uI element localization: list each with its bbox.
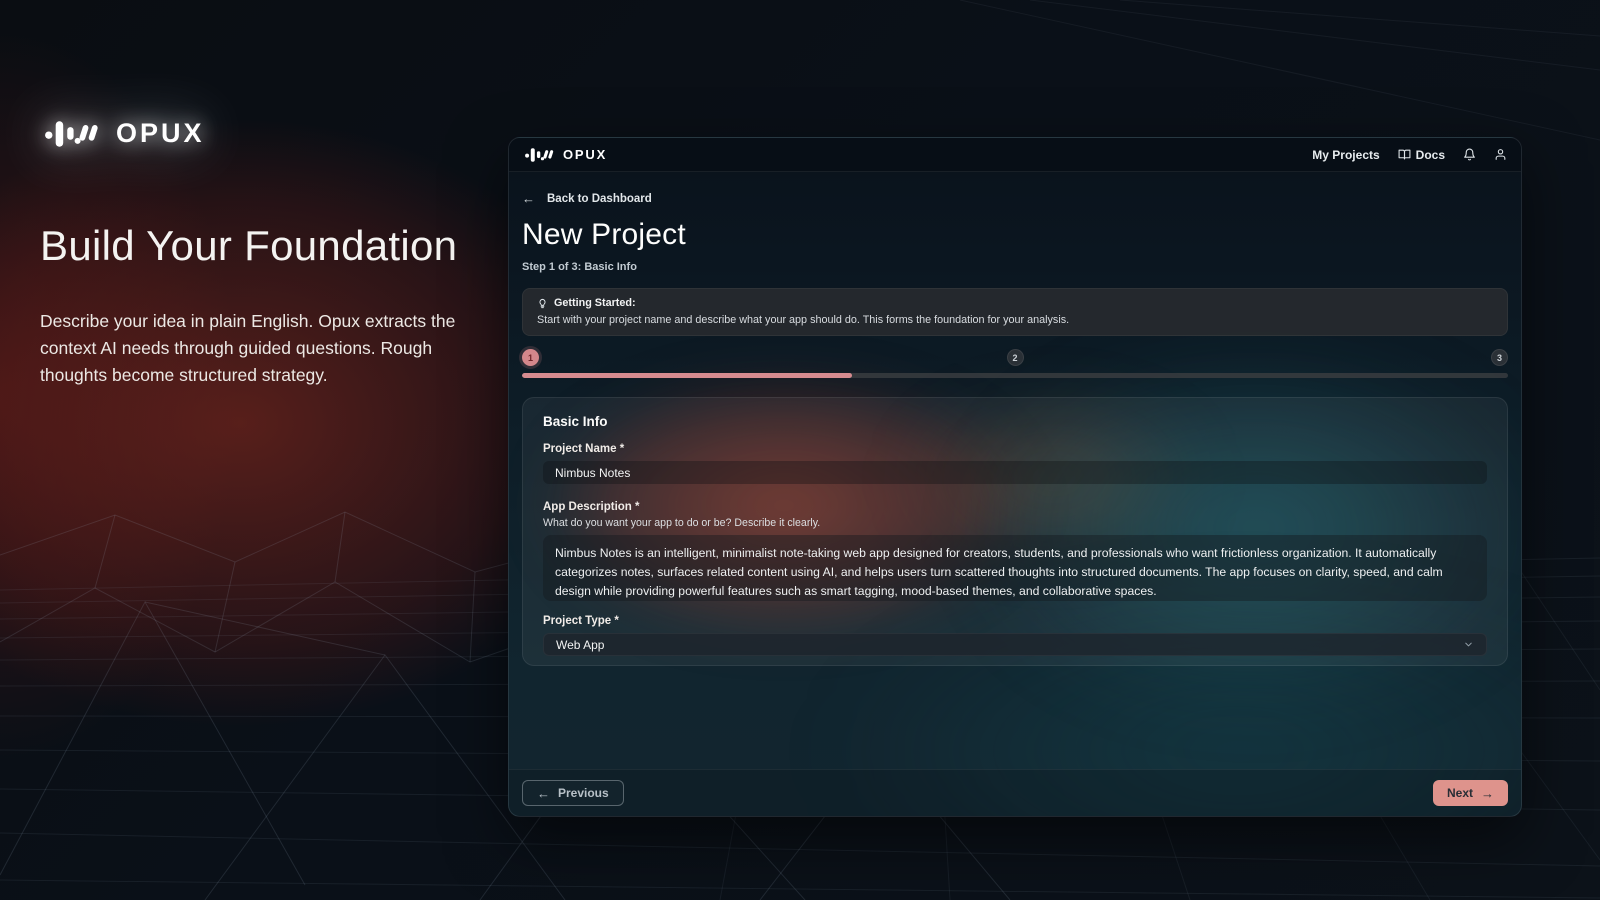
app-description-helper: What do you want your app to do or be? D… bbox=[543, 517, 1487, 529]
wizard-footer: ← Previous Next → bbox=[509, 769, 1521, 816]
brand-logo-icon bbox=[40, 119, 106, 149]
previous-button[interactable]: ← Previous bbox=[522, 780, 624, 806]
arrow-left-icon: ← bbox=[522, 191, 535, 206]
nav-my-projects-label: My Projects bbox=[1312, 148, 1379, 162]
bell-icon[interactable] bbox=[1463, 148, 1476, 161]
back-to-dashboard-link[interactable]: ← Back to Dashboard bbox=[522, 191, 652, 206]
step-circle-3[interactable]: 3 bbox=[1491, 349, 1508, 366]
topbar-nav: My Projects Docs bbox=[1312, 148, 1507, 162]
getting-started-callout: Getting Started: Start with your project… bbox=[522, 288, 1508, 336]
back-link-label: Back to Dashboard bbox=[547, 193, 652, 205]
project-type-value: Web App bbox=[556, 638, 604, 652]
lightbulb-icon bbox=[537, 298, 548, 309]
app-topbar: OPUX My Projects Docs bbox=[509, 138, 1521, 172]
brand-logo: OPUX bbox=[40, 118, 205, 149]
basic-info-card: Basic Info Project Name * App Descriptio… bbox=[522, 397, 1508, 666]
user-icon[interactable] bbox=[1494, 148, 1507, 161]
app-window: OPUX My Projects Docs ← Back to Dashboa bbox=[508, 137, 1522, 817]
chevron-down-icon bbox=[1463, 639, 1474, 650]
page-headline: Build Your Foundation bbox=[40, 222, 457, 270]
project-type-select[interactable]: Web App bbox=[543, 633, 1487, 656]
progress-fill bbox=[522, 373, 852, 378]
app-description-label: App Description * bbox=[543, 501, 1487, 513]
callout-title: Getting Started: bbox=[554, 297, 636, 309]
page-title: New Project bbox=[522, 218, 1508, 252]
next-button[interactable]: Next → bbox=[1433, 780, 1508, 806]
project-name-label: Project Name * bbox=[543, 443, 1487, 455]
arrow-left-icon: ← bbox=[537, 786, 550, 801]
step-indicator: Step 1 of 3: Basic Info bbox=[522, 261, 1508, 273]
book-icon bbox=[1398, 148, 1411, 161]
nav-my-projects[interactable]: My Projects bbox=[1312, 148, 1379, 162]
app-logo-icon bbox=[523, 147, 557, 163]
project-name-input[interactable] bbox=[543, 461, 1487, 484]
callout-body: Start with your project name and describ… bbox=[537, 314, 1493, 326]
project-type-label: Project Type * bbox=[543, 615, 1487, 627]
previous-button-label: Previous bbox=[558, 786, 609, 800]
card-title: Basic Info bbox=[543, 414, 1487, 429]
app-description-textarea[interactable]: Nimbus Notes is an intelligent, minimali… bbox=[543, 535, 1487, 601]
app-logo[interactable]: OPUX bbox=[523, 147, 607, 163]
app-brand-name: OPUX bbox=[563, 147, 607, 162]
progress-track bbox=[522, 373, 1508, 378]
nav-docs[interactable]: Docs bbox=[1398, 148, 1445, 162]
arrow-right-icon: → bbox=[1481, 786, 1494, 801]
app-content: ← Back to Dashboard New Project Step 1 o… bbox=[509, 191, 1521, 666]
page-description: Describe your idea in plain English. Opu… bbox=[40, 308, 492, 389]
brand-name: OPUX bbox=[116, 118, 205, 149]
step-circle-2[interactable]: 2 bbox=[1007, 349, 1024, 366]
next-button-label: Next bbox=[1447, 786, 1473, 800]
step-circle-1[interactable]: 1 bbox=[522, 349, 539, 366]
stepper: 1 2 3 bbox=[522, 349, 1508, 378]
nav-docs-label: Docs bbox=[1416, 148, 1445, 162]
